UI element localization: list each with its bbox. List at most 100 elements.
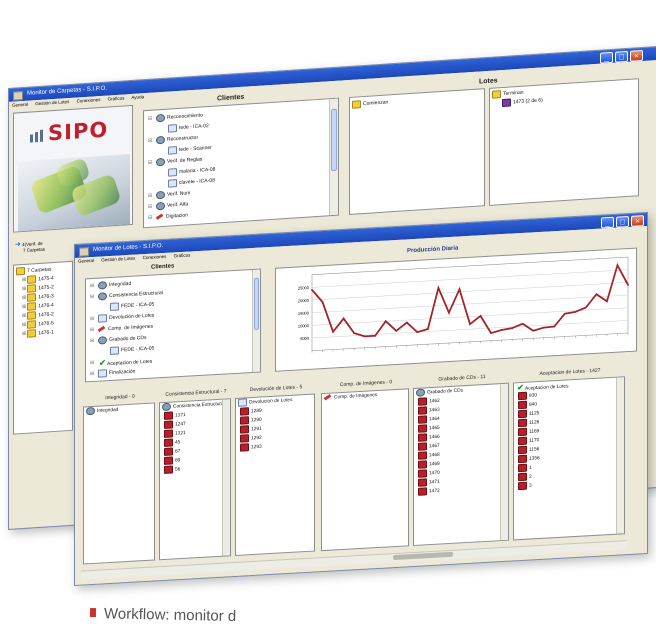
menu-conexiones[interactable]: Conexiones [77, 97, 101, 104]
tree-item-label: Finalización [109, 368, 136, 377]
tree-item-label: Consistencia Estructural [109, 290, 163, 300]
expand-toggle-icon[interactable]: ⊞ [22, 331, 26, 337]
tree-item-label: Integridad [109, 280, 132, 289]
expand-toggle-icon[interactable]: ⊞ [22, 286, 26, 292]
column-root-label: Comp. de Imágenes [334, 393, 378, 401]
menu-ayuda[interactable]: Ayuda [131, 94, 144, 100]
lote-label: 1126 [529, 420, 540, 426]
gear-icon [156, 157, 165, 167]
stack-icon [418, 424, 427, 433]
app-icon [13, 91, 23, 101]
comienzan-item[interactable]: Comienzan [352, 91, 485, 111]
column-list[interactable]: Integridad [83, 402, 155, 565]
expand-toggle-icon[interactable]: ⊟ [148, 158, 152, 169]
left-info: ➜ 4(Verif. de 7 Carpetas [15, 240, 46, 254]
app-icon [79, 247, 89, 257]
monitor-lotes-window: Monitor de Lotes - S.I.P.O. _ □ × Genera… [74, 211, 648, 586]
expand-toggle-icon[interactable]: ⊞ [22, 304, 26, 310]
tree-item-label: malaria - ICA-08 [179, 166, 216, 175]
column-list[interactable]: Comp. de Imágenes [321, 388, 409, 552]
expand-toggle-icon[interactable]: ⊟ [90, 314, 94, 325]
expand-toggle-icon[interactable]: ⊟ [90, 292, 94, 303]
column-scrollbar[interactable] [616, 377, 624, 534]
column-root-label: Integridad [97, 407, 119, 414]
doc-icon [110, 302, 119, 311]
minimize-icon[interactable]: _ [601, 216, 614, 229]
expand-toggle-icon[interactable]: ⊟ [148, 114, 152, 125]
lote-label: 67 [175, 449, 181, 455]
close-icon[interactable]: × [631, 215, 644, 227]
menu-general[interactable]: General [12, 102, 28, 108]
tree-item-label: tede - ICA-02 [179, 123, 209, 131]
expand-toggle-icon[interactable]: ⊟ [90, 325, 94, 336]
bottom-scroll-thumb[interactable] [393, 551, 453, 561]
expand-toggle-icon[interactable]: ⊞ [22, 295, 26, 301]
expand-toggle-icon[interactable]: ⊟ [90, 369, 94, 380]
carpeta-label: 1476-5 [38, 320, 54, 328]
column-list[interactable]: ✔Aceptacion de Lotes 830 840 1125 1126 1169 11… [513, 376, 625, 541]
menu-graficos[interactable]: Gráficos [108, 95, 125, 101]
gear-icon [162, 402, 171, 412]
maximize-icon[interactable]: □ [616, 215, 629, 228]
folder-icon [27, 275, 37, 284]
stack-icon [418, 397, 427, 406]
expand-toggle-icon[interactable]: ⊟ [148, 213, 152, 224]
tree-item-label: Devolución de Lotes [109, 312, 155, 322]
lote-label: 1466 [429, 434, 440, 441]
expand-toggle-icon[interactable]: ⊞ [22, 313, 26, 319]
gear-icon [156, 201, 165, 211]
up-arrow-icon[interactable]: ➜ [15, 241, 21, 248]
expand-toggle-icon[interactable]: ⊟ [90, 358, 94, 369]
minimize-icon[interactable]: _ [600, 51, 613, 64]
back-clientes-tree[interactable]: ⊟ Reconocimiento tede - ICA-02 ⊟ Reconstruct… [143, 97, 339, 229]
lote-label: 89 [175, 458, 181, 464]
lote-label: 840 [529, 402, 538, 408]
expand-toggle-icon[interactable]: ⊟ [148, 202, 152, 213]
menu-conexiones[interactable]: Conexiones [143, 254, 167, 260]
menu-gestion-lotes[interactable]: Gestión de Lotes [35, 99, 69, 106]
column-root-item[interactable]: Integridad [84, 404, 154, 417]
lote-label: 1467 [429, 443, 440, 450]
expand-toggle-icon[interactable]: ⊟ [90, 281, 94, 292]
column-header: Devolución de Lotes - 5 [249, 384, 303, 394]
stack-icon [164, 429, 173, 438]
column-list[interactable]: Devolución de Lotes 1289 1290 1291 1292 1293 [235, 393, 315, 556]
column-scrollbar[interactable] [222, 399, 230, 556]
lote-label: 45 [175, 440, 181, 446]
screenshot-stage: Monitor de Carpetas - S.I.P.O. _ □ × Gen… [0, 0, 656, 625]
column-root-label: Grabado de CDs [427, 388, 463, 396]
stack-icon [518, 409, 527, 419]
folder-icon [27, 311, 37, 320]
expand-toggle-icon[interactable]: ⊞ [22, 277, 26, 283]
carpeta-label: 1476-1 [38, 329, 54, 337]
carpetas-root-label: 7 Carpetas [27, 266, 52, 275]
column-root-item[interactable]: Comp. de Imágenes [322, 389, 408, 403]
menu-general[interactable]: General [78, 258, 94, 264]
menu-graficos[interactable]: Gráficos [174, 252, 191, 258]
doc-icon [168, 145, 177, 155]
expand-toggle-icon[interactable]: ⊟ [148, 191, 152, 202]
expand-toggle-icon[interactable]: ⊞ [22, 322, 26, 328]
column-scrollbar[interactable] [500, 383, 508, 541]
check-icon: ✔ [99, 358, 106, 368]
lote-label: 1463 [429, 407, 440, 414]
terminan-panel: Terminan 1473 (2 de 6) [489, 78, 639, 206]
tree-item-label: FEDE - ICA-05 [121, 345, 155, 354]
carpeta-item[interactable]: ⊞ 1476-1 [16, 328, 54, 339]
carpeta-label: 1476-2 [38, 311, 54, 319]
carpetas-tree[interactable]: 7 Carpetas ⊞ 1475-4 ⊞ 1475-2 ⊞ 1476-3 ⊞ 1476-4 ⊞ 1… [13, 260, 73, 435]
expand-toggle-icon[interactable]: ⊟ [90, 336, 94, 347]
expand-toggle-icon[interactable]: ⊟ [148, 136, 152, 147]
tree-item-label: tede - Scanner [179, 144, 212, 153]
front-tree-scrollbar[interactable] [252, 269, 260, 373]
stack-icon [240, 425, 249, 434]
stack-icon [240, 407, 249, 416]
front-clientes-tree[interactable]: ⊟ Integridad ⊟ Consistencia Estructural FEDE… [85, 268, 261, 383]
back-tree-scrollbar[interactable] [329, 98, 338, 216]
menu-gestion-lotes[interactable]: Gestión de Lotes [101, 256, 135, 263]
column-list[interactable]: Consistencia Estructural 1371 1247 1321 45 67… [159, 398, 231, 561]
y-tick-label: 20000 [298, 298, 310, 304]
lote-label: 1468 [429, 452, 440, 459]
tree-item-label: clavete - ICA-08 [179, 177, 215, 186]
column-list[interactable]: Grabado de CDs 1462 1463 1464 1465 1466 1467 14… [413, 382, 509, 547]
